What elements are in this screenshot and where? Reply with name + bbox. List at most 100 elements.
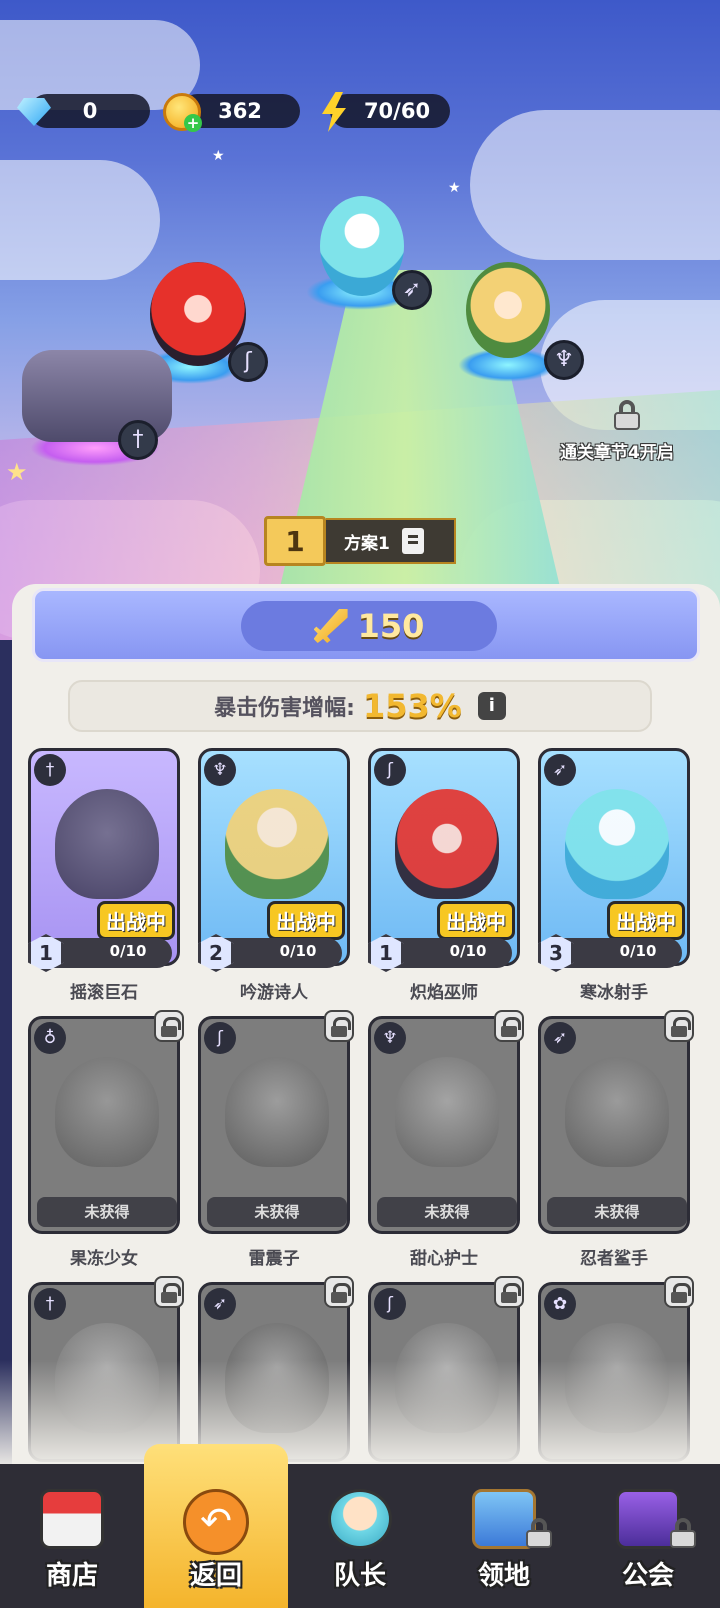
deployed-badge: 出战中 — [437, 901, 515, 940]
star-icon: ★ — [448, 180, 461, 196]
potion-icon: ♁ — [34, 1022, 66, 1054]
add-icon: + — [339, 116, 346, 132]
cloud — [470, 110, 720, 260]
nav-guild[interactable]: 公会 — [576, 1464, 720, 1608]
bow-icon: ➶ — [204, 1288, 236, 1320]
bow-icon: ➶ — [544, 754, 576, 786]
deployed-badge: 出战中 — [97, 901, 175, 940]
captain-avatar-icon — [328, 1489, 392, 1549]
hero-portrait — [55, 789, 159, 899]
nav-shop-label: 商店 — [45, 1561, 98, 1591]
energy-count: 70/60 — [363, 99, 431, 123]
team-scene: ★ ★ ★ 0 362 + 70/60 + ➶ ʃ ♆ † 通关章节4开启 1 … — [0, 0, 720, 640]
locked-slot-text: 通关章节4开启 — [560, 443, 674, 463]
hero-name: 摇滚巨石 — [70, 983, 138, 1003]
shop-icon — [40, 1489, 104, 1549]
hero-portrait — [395, 789, 499, 899]
edit-icon[interactable] — [401, 528, 424, 554]
not-obtained-label: 未获得 — [547, 1197, 687, 1227]
sword-icon: † — [118, 420, 158, 460]
lock-icon — [154, 1010, 184, 1042]
hero-portrait — [395, 1057, 499, 1167]
lock-icon — [526, 1518, 552, 1548]
back-arrow-icon: ↶ — [183, 1489, 249, 1555]
gem-icon — [12, 90, 56, 134]
nav-guild-label: 公会 — [621, 1561, 674, 1591]
hero-portrait — [225, 789, 329, 899]
lock-icon — [664, 1010, 694, 1042]
hero-card-locked[interactable]: ➶ 未获得 — [538, 1016, 690, 1234]
lock-icon — [494, 1010, 524, 1042]
bottom-nav: 商店 ↶ 返回 队长 领地 公会 — [0, 1444, 720, 1608]
nav-territory-label: 领地 — [477, 1561, 530, 1591]
hero-portrait — [55, 1057, 159, 1167]
gold-count: 362 — [218, 99, 262, 123]
lock-icon — [154, 1276, 184, 1308]
not-obtained-label: 未获得 — [37, 1197, 177, 1227]
hero-name: 寒冰射手 — [580, 983, 648, 1003]
hero-card-locked[interactable]: ʃ 未获得 — [198, 1016, 350, 1234]
star-icon: ★ — [6, 458, 28, 486]
level-progress: 0/10 — [109, 942, 147, 960]
lock-icon — [494, 1276, 524, 1308]
plan-name: 方案1 — [344, 533, 390, 554]
nav-captain-label: 队长 — [333, 1561, 386, 1591]
lock-icon — [324, 1276, 354, 1308]
hero-portrait — [565, 789, 669, 899]
nav-captain[interactable]: 队长 — [288, 1464, 432, 1608]
hero-name: 炽焰巫师 — [410, 983, 478, 1003]
energy-bolt-icon[interactable]: + — [312, 90, 356, 134]
wings-icon: ♆ — [204, 754, 236, 786]
ice-archer-character[interactable] — [320, 196, 404, 296]
hero-card[interactable]: ➶ 出战中 — [538, 748, 690, 966]
hero-name: 雷震子 — [248, 1249, 300, 1269]
lock-icon — [324, 1010, 354, 1042]
wings-icon: ♆ — [374, 1022, 406, 1054]
hero-card-locked[interactable]: ♁ 未获得 — [28, 1016, 180, 1234]
scroll-fade — [0, 1360, 720, 1464]
sword-icon: † — [34, 1288, 66, 1320]
hero-name: 忍者鲨手 — [580, 1249, 648, 1269]
hero-portrait — [225, 1057, 329, 1167]
level-progress: 0/10 — [279, 942, 317, 960]
staff-icon: ʃ — [204, 1022, 236, 1054]
plan-name-field[interactable]: 方案1 — [326, 518, 456, 564]
add-icon: + — [184, 114, 202, 132]
hero-panel: 150 暴击伤害增幅: 153% i † 出战中 1 0/10 摇滚巨石 ♆ 出… — [12, 584, 720, 1464]
power-bar: 150 — [32, 588, 700, 662]
plan-number[interactable]: 1 — [264, 516, 326, 566]
crit-damage-bar: 暴击伤害增幅: 153% i — [68, 680, 652, 732]
hero-card-locked[interactable]: ♆ 未获得 — [368, 1016, 520, 1234]
hero-card[interactable]: ʃ 出战中 — [368, 748, 520, 966]
staff-icon: ʃ — [228, 342, 268, 382]
nav-shop[interactable]: 商店 — [0, 1464, 144, 1608]
sword-icon — [313, 609, 348, 643]
team-power-value: 150 — [357, 607, 425, 645]
not-obtained-label: 未获得 — [377, 1197, 517, 1227]
not-obtained-label: 未获得 — [207, 1197, 347, 1227]
staff-icon: ʃ — [374, 754, 406, 786]
hero-portrait — [565, 1057, 669, 1167]
star-icon: ★ — [212, 148, 225, 164]
lock-icon — [670, 1518, 696, 1548]
hero-card[interactable]: † 出战中 — [28, 748, 180, 966]
nav-back[interactable]: ↶ 返回 — [144, 1444, 288, 1608]
wings-icon: ♆ — [544, 340, 584, 380]
deployed-badge: 出战中 — [607, 901, 685, 940]
sword-icon: † — [34, 754, 66, 786]
hero-name: 吟游诗人 — [240, 983, 308, 1003]
nav-territory[interactable]: 领地 — [432, 1464, 576, 1608]
crit-value: 153% — [362, 687, 462, 725]
staff-icon: ʃ — [374, 1288, 406, 1320]
bard-character[interactable] — [466, 262, 550, 358]
plan-selector[interactable]: 1 方案1 — [264, 516, 456, 566]
info-icon[interactable]: i — [477, 692, 506, 720]
gem-count: 0 — [82, 99, 98, 123]
hero-card[interactable]: ♆ 出战中 — [198, 748, 350, 966]
hero-name: 果冻少女 — [70, 1249, 138, 1269]
gold-coin-icon[interactable]: + — [160, 90, 204, 134]
nav-back-label: 返回 — [189, 1561, 242, 1591]
level-progress: 0/10 — [449, 942, 487, 960]
bow-icon: ➶ — [392, 270, 432, 310]
deployed-badge: 出战中 — [267, 901, 345, 940]
